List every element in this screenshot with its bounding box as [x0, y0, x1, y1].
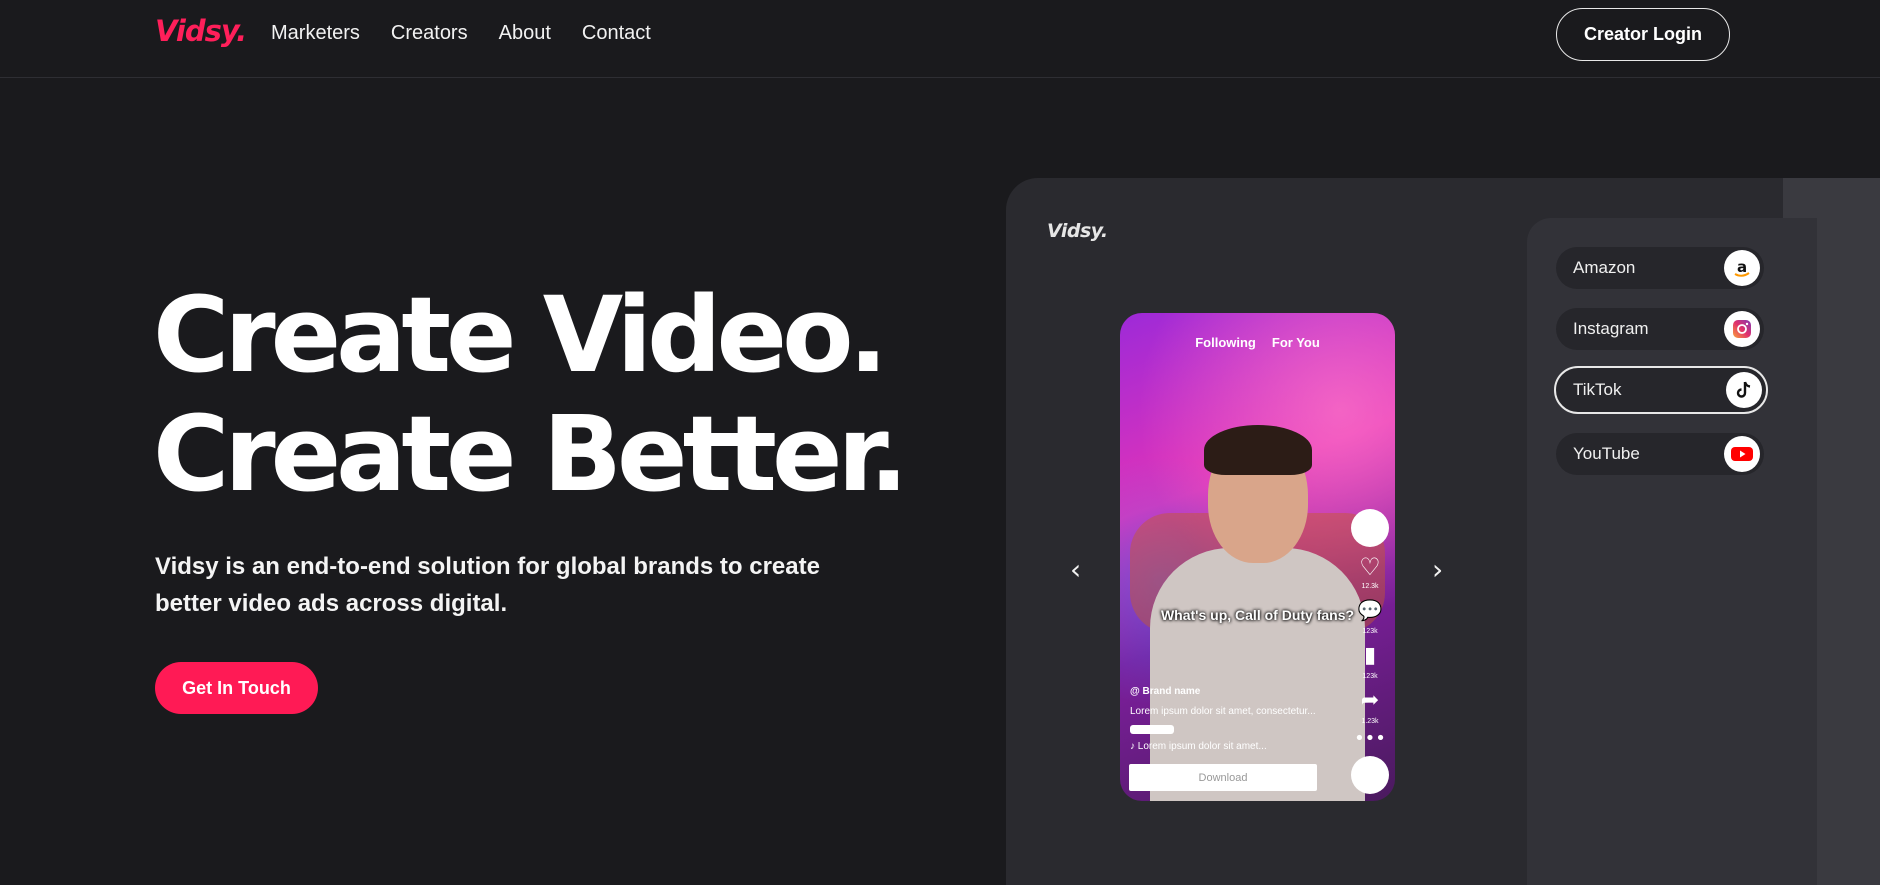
nav-link-marketers[interactable]: Marketers — [271, 22, 360, 45]
platform-label: TikTok — [1573, 380, 1622, 399]
platform-label: Amazon — [1573, 258, 1636, 277]
nav-link-creators[interactable]: Creators — [391, 22, 468, 45]
vidsy-logo[interactable]: Vidsy. — [155, 14, 247, 48]
tiktok-phone-preview: Following For You ♡ 12.3k 💬 123k ▮ 123k … — [1120, 313, 1395, 801]
platform-tiktok[interactable]: TikTok — [1554, 366, 1768, 414]
tiktok-icon — [1726, 372, 1762, 408]
music-line: ♪ Lorem ipsum dolor sit amet... — [1130, 741, 1267, 752]
platform-youtube[interactable]: YouTube — [1556, 433, 1764, 475]
svg-text:a: a — [1737, 258, 1747, 276]
carousel-next-icon[interactable]: › — [1432, 553, 1443, 586]
like-count: 12.3k — [1361, 583, 1379, 590]
share-icon[interactable]: ➦ — [1354, 688, 1386, 713]
instagram-icon — [1724, 311, 1760, 347]
share-count: 1.23k — [1361, 718, 1379, 725]
bookmark-icon[interactable]: ▮ — [1354, 643, 1386, 668]
platform-amazon[interactable]: Amazon a — [1556, 247, 1764, 289]
nav-link-contact[interactable]: Contact — [582, 22, 651, 45]
panel-logo: Vidsy. — [1047, 220, 1108, 242]
hero-subtitle: Vidsy is an end-to-end solution for glob… — [155, 553, 820, 617]
creator-hair — [1204, 425, 1312, 475]
youtube-icon — [1724, 436, 1760, 472]
top-nav: Vidsy. Marketers Creators About Contact … — [0, 0, 1880, 78]
creator-login-button[interactable]: Creator Login — [1556, 8, 1730, 61]
get-in-touch-button[interactable]: Get In Touch — [155, 662, 318, 714]
heart-icon[interactable]: ♡ — [1354, 553, 1386, 581]
nav-links: Marketers Creators About Contact — [271, 22, 682, 45]
music-note-icon: ♪ — [1130, 741, 1138, 752]
hero-title: Create Video. Create Better. — [153, 274, 909, 515]
nav-link-about[interactable]: About — [499, 22, 551, 45]
description-bar — [1130, 725, 1174, 734]
amazon-icon: a — [1724, 250, 1760, 286]
video-description: Lorem ipsum dolor sit amet, consectetur.… — [1130, 706, 1316, 717]
tab-following[interactable]: Following — [1195, 335, 1256, 350]
music-text: Lorem ipsum dolor sit amet... — [1137, 741, 1267, 752]
tab-for-you[interactable]: For You — [1272, 335, 1320, 350]
phone-feed-tabs: Following For You — [1120, 335, 1395, 350]
carousel-prev-icon[interactable]: ‹ — [1070, 553, 1081, 586]
platform-label: YouTube — [1573, 444, 1640, 463]
save-count: 123k — [1362, 673, 1378, 680]
brand-name: @ Brand name — [1130, 686, 1201, 697]
music-disc-icon — [1351, 756, 1389, 794]
creator-avatar[interactable] — [1351, 509, 1389, 547]
comment-count: 123k — [1362, 628, 1378, 635]
platform-instagram[interactable]: Instagram — [1556, 308, 1764, 350]
more-icon[interactable]: ••• — [1354, 728, 1386, 749]
platform-label: Instagram — [1573, 319, 1649, 338]
hero-title-line-1: Create Video. — [153, 274, 888, 396]
download-button[interactable]: Download — [1129, 764, 1317, 791]
hero-title-line-2: Create Better. — [153, 393, 909, 515]
video-caption: What's up, Call of Duty fans? — [1160, 607, 1355, 623]
